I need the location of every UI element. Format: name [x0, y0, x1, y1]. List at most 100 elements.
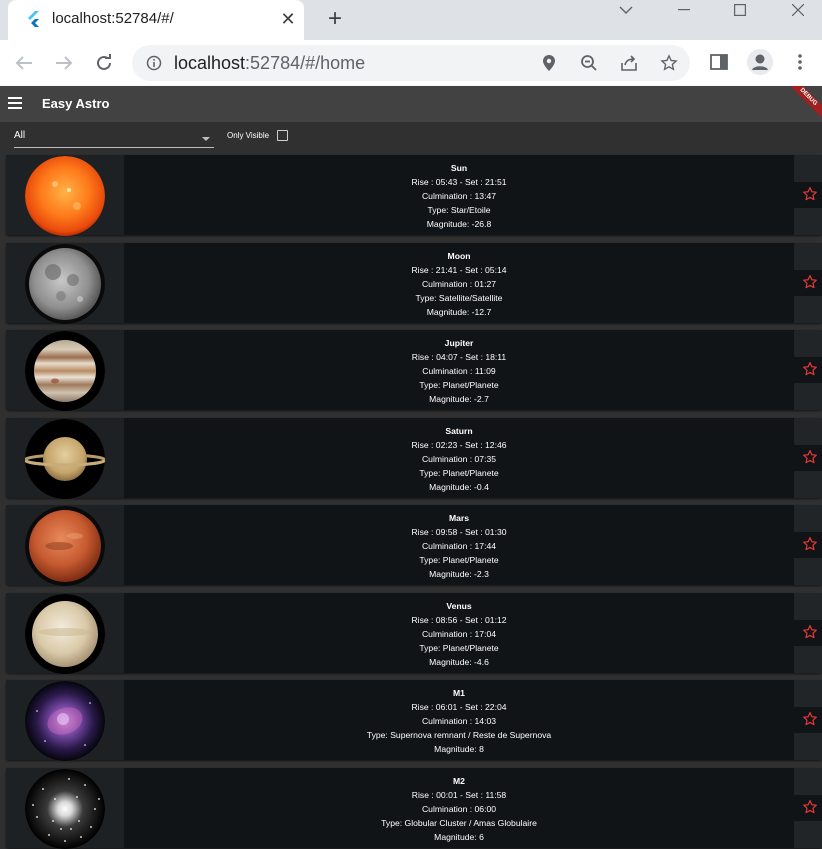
thumbnail-panel — [6, 505, 124, 586]
magnitude-text: Magnitude: -2.7 — [429, 394, 489, 404]
object-name: Moon — [447, 250, 471, 261]
location-icon[interactable] — [539, 53, 559, 73]
favorite-column — [794, 767, 822, 848]
app-title: Easy Astro — [42, 96, 110, 111]
object-card[interactable]: Saturn Rise : 02:23 - Set : 12:46 Culminat… — [6, 417, 822, 499]
favorite-star-icon[interactable] — [802, 624, 818, 640]
reload-icon[interactable] — [90, 49, 118, 77]
culmination-text: Culmination : 11:09 — [422, 366, 496, 376]
venus-image — [25, 593, 105, 674]
side-block — [794, 645, 822, 673]
close-window-icon[interactable] — [778, 0, 818, 20]
thumbnail-panel — [6, 592, 124, 674]
object-name: Saturn — [445, 425, 473, 436]
tab-search-icon[interactable] — [606, 0, 646, 20]
thumbnail-panel — [6, 155, 124, 236]
object-card[interactable]: Sun Rise : 05:43 - Set : 21:51 Culmination… — [6, 155, 822, 236]
object-info: Mars Rise : 09:58 - Set : 01:30 Culminatio… — [124, 511, 794, 581]
address-bar[interactable]: localhost:52784/#/home — [132, 45, 690, 81]
object-card[interactable]: Mars Rise : 09:58 - Set : 01:30 Culminatio… — [6, 505, 822, 586]
culmination-text: Culmination : 17:44 — [421, 541, 497, 551]
browser-tabstrip: localhost:52784/#/ ✕ + — [0, 0, 822, 40]
object-card[interactable]: Venus Rise : 08:56 - Set : 01:12 Culminati… — [6, 592, 822, 674]
rise-set-text: Rise : 04:07 - Set : 18:11 — [411, 352, 507, 362]
share-icon[interactable] — [619, 53, 639, 73]
object-name: Sun — [450, 163, 468, 173]
object-info: Saturn Rise : 02:23 - Set : 12:46 Culminat… — [124, 424, 794, 494]
hamburger-menu-icon[interactable] — [8, 97, 22, 109]
favorite-column — [794, 680, 822, 760]
forward-icon[interactable] — [50, 49, 78, 77]
filter-bar: All Only Visible — [0, 122, 822, 152]
app-bar: Easy Astro — [0, 86, 822, 122]
thumbnail-panel — [6, 242, 124, 324]
favorite-column — [794, 242, 822, 323]
object-card[interactable]: Moon Rise : 21:41 - Set : 05:14 Culminatio… — [6, 242, 822, 324]
dropdown-value: All — [14, 130, 26, 141]
object-name: Jupiter — [444, 338, 474, 348]
side-block — [794, 383, 822, 410]
side-block — [794, 295, 822, 323]
close-tab-icon[interactable]: ✕ — [278, 8, 298, 30]
type-text: Type: Supernova remnant / Reste de Super… — [366, 730, 552, 740]
type-text: Type: Globular Cluster / Amas Globulaire — [381, 817, 537, 828]
side-block — [794, 820, 822, 848]
type-text: Type: Planet/Planete — [419, 642, 499, 653]
magnitude-text: Magnitude: 6 — [434, 831, 484, 842]
thumbnail-panel — [6, 330, 124, 411]
thumbnail-panel — [6, 767, 124, 849]
back-icon[interactable] — [10, 49, 38, 77]
zoom-out-icon[interactable] — [579, 53, 599, 73]
magnitude-text: Magnitude: -26.8 — [426, 219, 492, 229]
minimize-icon[interactable] — [664, 0, 704, 20]
culmination-text: Culmination : 14:03 — [421, 716, 497, 726]
culmination-text: Culmination : 17:04 — [421, 628, 497, 639]
cluster-image — [25, 768, 105, 849]
culmination-text: Culmination : 01:27 — [421, 278, 497, 289]
favorite-star-icon[interactable] — [802, 536, 818, 552]
url-text: localhost:52784/#/home — [174, 53, 365, 74]
dropdown-arrow-icon — [202, 137, 210, 141]
type-text: Type: Planet/Planete — [419, 555, 499, 565]
debug-banner-label: DEBUG — [792, 86, 822, 116]
side-block — [794, 558, 822, 585]
favorite-column — [794, 330, 822, 410]
favorite-star-icon[interactable] — [802, 449, 818, 465]
favorite-star-icon[interactable] — [802, 799, 818, 815]
rise-set-text: Rise : 00:01 - Set : 11:58 — [411, 789, 507, 800]
favorite-star-icon[interactable] — [802, 274, 818, 290]
moon-image — [25, 243, 105, 324]
side-block — [794, 242, 822, 270]
rise-set-text: Rise : 08:56 - Set : 01:12 — [411, 614, 507, 625]
side-panel-icon[interactable] — [707, 50, 731, 74]
rise-set-text: Rise : 02:23 - Set : 12:46 — [411, 439, 507, 450]
magnitude-text: Magnitude: -12.7 — [426, 306, 492, 317]
category-dropdown[interactable]: All — [14, 128, 214, 148]
profile-avatar-icon[interactable] — [746, 48, 774, 76]
browser-tab[interactable]: localhost:52784/#/ ✕ — [8, 0, 304, 40]
side-block — [794, 470, 822, 498]
site-info-icon[interactable] — [146, 55, 162, 71]
object-card[interactable]: Jupiter Rise : 04:07 - Set : 18:11 Culmina… — [6, 330, 822, 411]
new-tab-button[interactable]: + — [322, 5, 348, 33]
rise-set-text: Rise : 06:01 - Set : 22:04 — [411, 702, 507, 712]
favorite-column — [794, 155, 822, 235]
maximize-icon[interactable] — [720, 0, 760, 20]
magnitude-text: Magnitude: -2.3 — [429, 569, 489, 579]
favorite-star-icon[interactable] — [802, 186, 818, 202]
object-info: Moon Rise : 21:41 - Set : 05:14 Culminatio… — [124, 249, 794, 319]
object-card[interactable]: M1 Rise : 06:01 - Set : 22:04 Culmination … — [6, 680, 822, 761]
browser-toolbar: localhost:52784/#/home — [0, 40, 822, 86]
object-info: M2 Rise : 00:01 - Set : 11:58 Culmination … — [124, 774, 794, 844]
side-block — [794, 733, 822, 760]
side-block — [794, 592, 822, 620]
browser-menu-icon[interactable] — [788, 50, 812, 74]
side-block — [794, 155, 822, 182]
tab-title: localhost:52784/#/ — [52, 10, 174, 27]
type-text: Type: Planet/Planete — [419, 467, 499, 478]
favorite-star-icon[interactable] — [802, 711, 818, 727]
favorite-star-icon[interactable] — [802, 361, 818, 377]
only-visible-checkbox[interactable] — [277, 130, 288, 141]
bookmark-star-icon[interactable] — [659, 53, 679, 73]
object-card[interactable]: M2 Rise : 00:01 - Set : 11:58 Culmination … — [6, 767, 822, 849]
